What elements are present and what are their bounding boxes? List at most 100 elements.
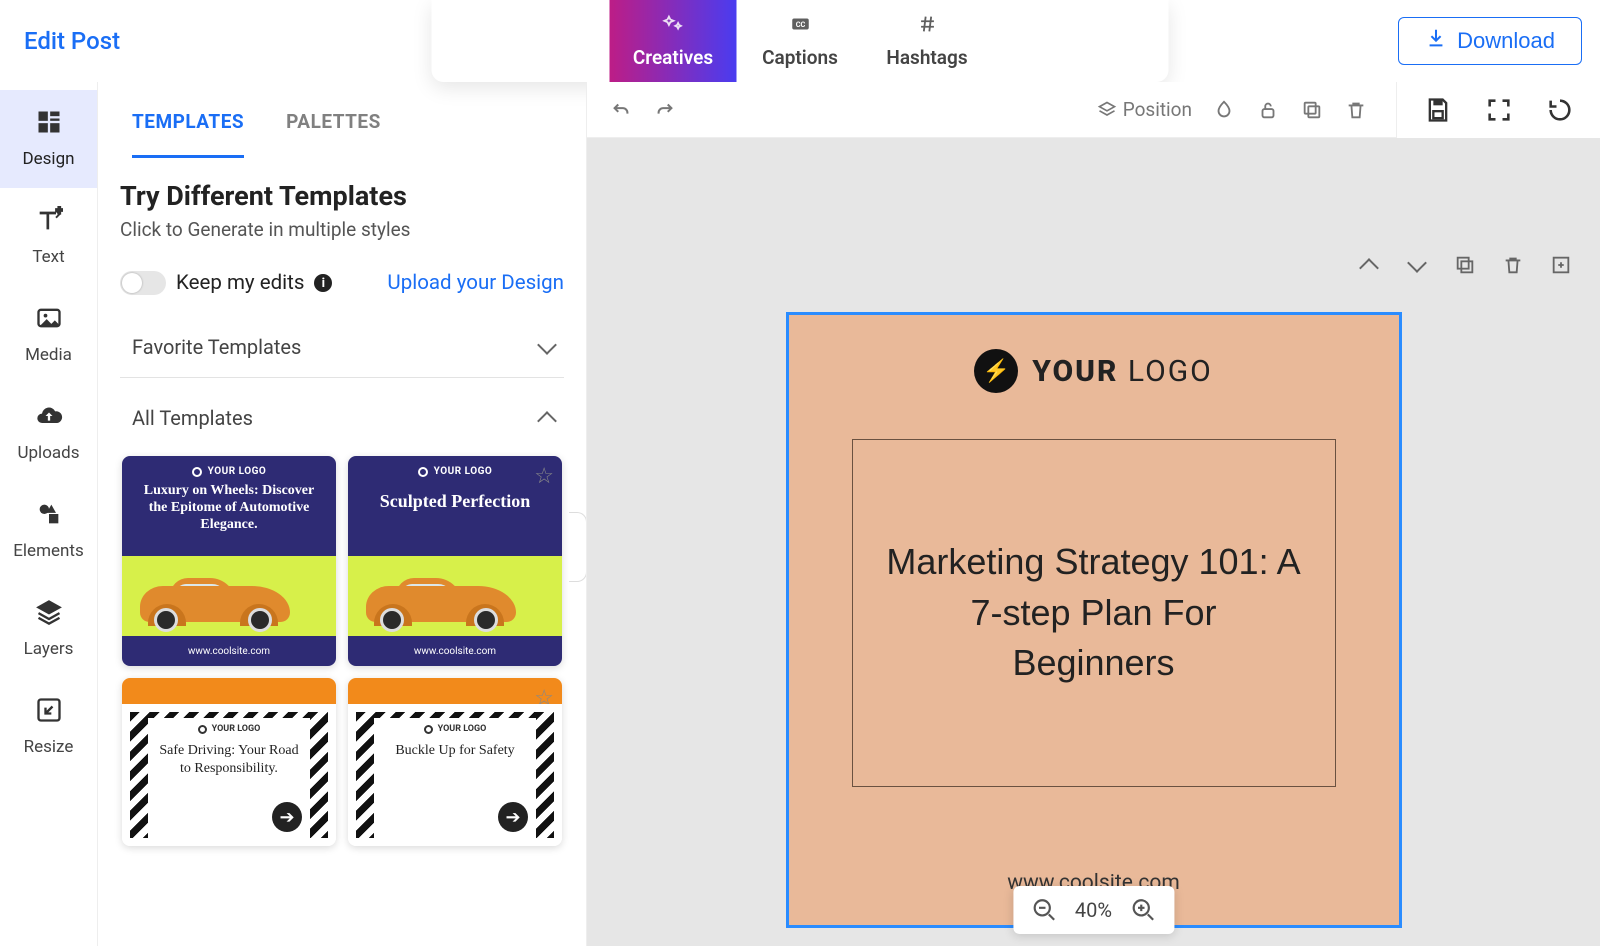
top-bar: Edit Post Creatives CC Captions Hashtags… — [0, 0, 1600, 82]
bolt-icon: ⚡ — [974, 349, 1018, 393]
tpl-site: www.coolsite.com — [122, 636, 336, 666]
rail-design[interactable]: Design — [0, 90, 97, 188]
rail-layers[interactable]: Layers — [0, 580, 97, 678]
rail-layers-label: Layers — [24, 639, 74, 659]
download-button[interactable]: Download — [1398, 17, 1582, 65]
zoom-value: 40% — [1075, 898, 1112, 922]
chevron-down-icon — [537, 335, 557, 355]
tab-hashtags[interactable]: Hashtags — [864, 0, 991, 82]
svg-text:CC: CC — [795, 20, 805, 29]
duplicate-button[interactable] — [1300, 98, 1324, 122]
fullscreen-button[interactable] — [1485, 96, 1513, 124]
panel-title: Try Different Templates — [120, 180, 564, 212]
rail-design-label: Design — [22, 149, 74, 169]
top-tabs: Creatives CC Captions Hashtags — [432, 0, 1169, 82]
star-icon[interactable]: ☆ — [534, 464, 554, 489]
template-thumb[interactable]: YOUR LOGO Luxury on Wheels: Discover the… — [122, 456, 336, 666]
panel-tab-palettes[interactable]: PALETTES — [286, 110, 381, 158]
right-toolbar — [1396, 82, 1600, 138]
arrow-right-icon: ➔ — [498, 802, 528, 832]
zoom-bar: 40% — [1013, 886, 1174, 934]
tpl-logo: YOUR LOGO — [212, 724, 261, 734]
all-templates-label: All Templates — [132, 406, 253, 430]
slide-tools — [1356, 252, 1574, 278]
save-button[interactable] — [1424, 96, 1452, 124]
elements-icon — [35, 500, 63, 533]
layers-icon — [35, 598, 63, 631]
tpl-site: www.coolsite.com — [348, 636, 562, 666]
design-title-frame: Marketing Strategy 101: A 7-step Plan Fo… — [852, 439, 1336, 787]
tpl-logo: YOUR LOGO — [208, 466, 267, 477]
rail-elements[interactable]: Elements — [0, 482, 97, 580]
move-up-button[interactable] — [1356, 252, 1382, 278]
reset-button[interactable] — [1546, 96, 1574, 124]
tab-spacer-right — [991, 0, 1169, 82]
rail-media-label: Media — [25, 345, 72, 365]
design-logo-bold: YOUR — [1032, 354, 1118, 389]
template-thumb[interactable]: YOUR LOGO Safe Driving: Your Road to Res… — [122, 678, 336, 846]
zoom-out-button[interactable] — [1031, 897, 1057, 923]
tpl-headline: Buckle Up for Safety — [395, 742, 514, 760]
main: Design + Text Media Uploads Elements Lay… — [0, 82, 1600, 946]
keep-edits-row: Keep my edits i Upload your Design — [120, 271, 564, 295]
position-button[interactable]: Position — [1097, 98, 1192, 121]
tpl-headline: Sculpted Perfection — [380, 491, 530, 513]
all-templates-section: All Templates YOUR LOGO Luxury on Wheels… — [120, 378, 564, 846]
all-templates-toggle[interactable]: All Templates — [120, 378, 564, 448]
add-slide-button[interactable] — [1548, 252, 1574, 278]
zoom-in-button[interactable] — [1130, 897, 1156, 923]
panel-subtitle: Click to Generate in multiple styles — [120, 218, 564, 241]
template-thumb[interactable]: ☆ YOUR LOGO Buckle Up for Safety ➔ — [348, 678, 562, 846]
rail-resize-label: Resize — [24, 737, 74, 757]
move-down-button[interactable] — [1404, 252, 1430, 278]
favorite-templates-toggle[interactable]: Favorite Templates — [120, 317, 564, 377]
delete-slide-button[interactable] — [1500, 252, 1526, 278]
design-logo-rest: LOGO — [1118, 354, 1212, 389]
design-icon — [35, 108, 63, 141]
text-icon: + — [35, 206, 63, 239]
redo-button[interactable] — [653, 98, 677, 122]
panel-collapse-handle[interactable] — [569, 512, 587, 582]
resize-icon — [35, 696, 63, 729]
canvas-area: Position ⚡ YOUR LOGO — [587, 82, 1600, 946]
duplicate-slide-button[interactable] — [1452, 252, 1478, 278]
keep-edits-label: Keep my edits — [176, 271, 304, 295]
download-label: Download — [1457, 28, 1555, 54]
tab-spacer — [432, 0, 610, 82]
tab-creatives[interactable]: Creatives — [610, 0, 737, 82]
tab-creatives-label: Creatives — [633, 46, 713, 69]
panel-tab-templates[interactable]: TEMPLATES — [132, 110, 244, 158]
favorite-templates-section: Favorite Templates — [120, 317, 564, 378]
rail-media[interactable]: Media — [0, 286, 97, 384]
hashtag-icon — [916, 13, 938, 40]
delete-button[interactable] — [1344, 98, 1368, 122]
side-panel: TEMPLATES PALETTES Try Different Templat… — [98, 82, 587, 946]
uploads-icon — [35, 402, 63, 435]
undo-button[interactable] — [609, 98, 633, 122]
artboard[interactable]: ⚡ YOUR LOGO Marketing Strategy 101: A 7-… — [786, 312, 1402, 928]
edit-post-label[interactable]: Edit Post — [24, 27, 120, 55]
sparkle-icon — [662, 13, 684, 40]
rail-resize[interactable]: Resize — [0, 678, 97, 776]
unlock-button[interactable] — [1256, 98, 1280, 122]
arrow-right-icon: ➔ — [272, 802, 302, 832]
left-rail: Design + Text Media Uploads Elements Lay… — [0, 82, 98, 946]
download-icon — [1425, 27, 1447, 55]
opacity-button[interactable] — [1212, 98, 1236, 122]
upload-design-link[interactable]: Upload your Design — [387, 271, 564, 295]
rail-uploads-label: Uploads — [17, 443, 79, 463]
design-title: Marketing Strategy 101: A 7-step Plan Fo… — [885, 537, 1303, 688]
keep-edits-toggle[interactable] — [120, 271, 166, 295]
favorite-templates-label: Favorite Templates — [132, 335, 301, 359]
design-logo: ⚡ YOUR LOGO — [974, 349, 1213, 393]
rail-uploads[interactable]: Uploads — [0, 384, 97, 482]
captions-icon: CC — [789, 13, 811, 40]
info-icon[interactable]: i — [314, 274, 332, 292]
media-icon — [35, 304, 63, 337]
rail-text[interactable]: + Text — [0, 188, 97, 286]
svg-text:+: + — [56, 206, 63, 217]
tab-captions[interactable]: CC Captions — [737, 0, 864, 82]
tab-captions-label: Captions — [762, 46, 838, 69]
tab-hashtags-label: Hashtags — [886, 46, 967, 69]
template-thumb[interactable]: ☆ YOUR LOGO Sculpted Perfection www.cool… — [348, 456, 562, 666]
